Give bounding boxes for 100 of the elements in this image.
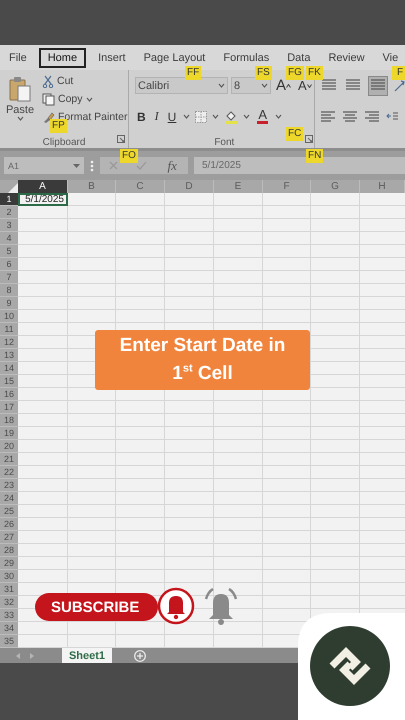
key-tip: FO	[120, 149, 138, 163]
row-header[interactable]: 8	[0, 284, 18, 297]
key-tip: FS	[255, 66, 272, 80]
font-name-dropdown[interactable]: Calibri	[135, 77, 228, 94]
logo-icon	[298, 613, 405, 720]
align-top-icon[interactable]	[320, 78, 337, 90]
sheet-tab[interactable]: Sheet1	[62, 648, 112, 663]
copy-button[interactable]: Copy	[40, 92, 130, 106]
italic-button[interactable]: I	[152, 109, 161, 124]
subscribe-button[interactable]: SUBSCRIBE	[35, 593, 158, 621]
caret-icon[interactable]	[261, 83, 268, 88]
align-right-icon[interactable]	[364, 110, 380, 123]
column-header[interactable]: C	[116, 180, 165, 193]
row-header[interactable]: 19	[0, 427, 18, 440]
underline-button[interactable]: U	[166, 110, 178, 124]
row-header[interactable]: 23	[0, 479, 18, 492]
bell-icon[interactable]	[157, 586, 195, 626]
row-header[interactable]: 30	[0, 570, 18, 583]
caret-icon[interactable]	[243, 114, 250, 119]
row-header[interactable]: 31	[0, 583, 18, 596]
row-header[interactable]: 1	[0, 193, 18, 206]
align-bottom-icon[interactable]	[370, 78, 386, 90]
row-header[interactable]: 27	[0, 531, 18, 544]
row-header[interactable]: 22	[0, 466, 18, 479]
dialog-launcher-icon[interactable]	[304, 135, 313, 143]
ribbon-tab[interactable]: Page Layout	[138, 48, 212, 68]
ribbon-tab[interactable]: Formulas	[217, 48, 276, 68]
row-header[interactable]: 18	[0, 414, 18, 427]
row-header[interactable]: 34	[0, 622, 18, 635]
paste-button[interactable]: Paste	[0, 70, 40, 132]
row-header[interactable]: 9	[0, 297, 18, 310]
row-header[interactable]: 6	[0, 258, 18, 271]
column-header[interactable]: B	[68, 180, 116, 193]
row-header[interactable]: 24	[0, 492, 18, 505]
column-header[interactable]: H	[360, 180, 405, 193]
align-left-icon[interactable]	[320, 110, 336, 123]
dialog-launcher-icon[interactable]	[117, 135, 125, 143]
grid-cell[interactable]: 5/1/2025	[18, 193, 68, 206]
caret-icon[interactable]	[212, 114, 220, 119]
align-middle-icon[interactable]	[344, 78, 361, 90]
row-header[interactable]: 16	[0, 388, 18, 401]
shrink-font-button[interactable]: A	[296, 78, 314, 93]
row-header[interactable]: 25	[0, 505, 18, 518]
row-header[interactable]: 15	[0, 375, 18, 388]
formula-input[interactable]: 5/1/2025	[194, 157, 405, 174]
row-header[interactable]: 17	[0, 401, 18, 414]
row-header[interactable]: 14	[0, 362, 18, 375]
copy-icon	[42, 92, 55, 106]
row-header[interactable]: 2	[0, 206, 18, 219]
ribbon-tab[interactable]: File	[3, 48, 33, 68]
ribbon-tab[interactable]: Home	[38, 48, 86, 68]
row-header[interactable]: 13	[0, 349, 18, 362]
caret-icon[interactable]	[218, 83, 225, 88]
key-tip: FP	[50, 119, 67, 133]
ribbon-tab[interactable]: Data	[281, 48, 316, 68]
caret-icon[interactable]	[73, 164, 80, 168]
column-header[interactable]: F	[263, 180, 311, 193]
row-header[interactable]: 11	[0, 323, 18, 336]
ribbon-tab[interactable]: Review	[322, 48, 371, 68]
row-header[interactable]: 3	[0, 219, 18, 232]
add-sheet-icon[interactable]	[134, 650, 146, 662]
ribbon-tab[interactable]: Vie	[376, 48, 404, 68]
row-header[interactable]: 26	[0, 518, 18, 531]
borders-icon[interactable]	[195, 110, 208, 122]
column-header[interactable]: A	[18, 180, 68, 193]
ribbon-tab[interactable]: Insert	[92, 48, 132, 68]
more-icon	[90, 160, 94, 172]
bold-button[interactable]: B	[135, 110, 148, 124]
column-header[interactable]: E	[214, 180, 263, 193]
fill-bucket-icon[interactable]	[224, 110, 238, 124]
check-icon[interactable]	[136, 161, 148, 170]
row-header[interactable]: 29	[0, 557, 18, 570]
caret-icon[interactable]	[275, 114, 282, 119]
caret-icon[interactable]	[16, 116, 24, 121]
column-header[interactable]: G	[311, 180, 360, 193]
row-header[interactable]: 32	[0, 596, 18, 609]
row-header[interactable]: 5	[0, 245, 18, 258]
column-header[interactable]: D	[165, 180, 214, 193]
font-size-dropdown[interactable]: 8	[231, 77, 271, 94]
row-header[interactable]: 4	[0, 232, 18, 245]
row-header[interactable]: 33	[0, 609, 18, 622]
row-header[interactable]: 10	[0, 310, 18, 323]
row-header[interactable]: 7	[0, 271, 18, 284]
clipboard-icon	[9, 76, 31, 102]
row-header[interactable]: 35	[0, 635, 18, 648]
grow-font-button[interactable]: A	[274, 77, 294, 94]
key-tip: FF	[185, 66, 202, 80]
row-header[interactable]: 28	[0, 544, 18, 557]
row-header[interactable]: 20	[0, 440, 18, 453]
name-box[interactable]: A1	[4, 157, 84, 174]
row-header[interactable]: 12	[0, 336, 18, 349]
cut-button[interactable]: Cut	[40, 74, 130, 88]
key-tip: FC	[286, 127, 304, 141]
orientation-icon[interactable]	[394, 79, 405, 92]
align-center-icon[interactable]	[342, 110, 358, 123]
caret-icon[interactable]	[86, 96, 93, 102]
caret-icon[interactable]	[183, 114, 190, 119]
insert-function-button[interactable]: fx	[166, 158, 179, 174]
font-color-button[interactable]: A	[255, 109, 270, 124]
row-header[interactable]: 21	[0, 453, 18, 466]
